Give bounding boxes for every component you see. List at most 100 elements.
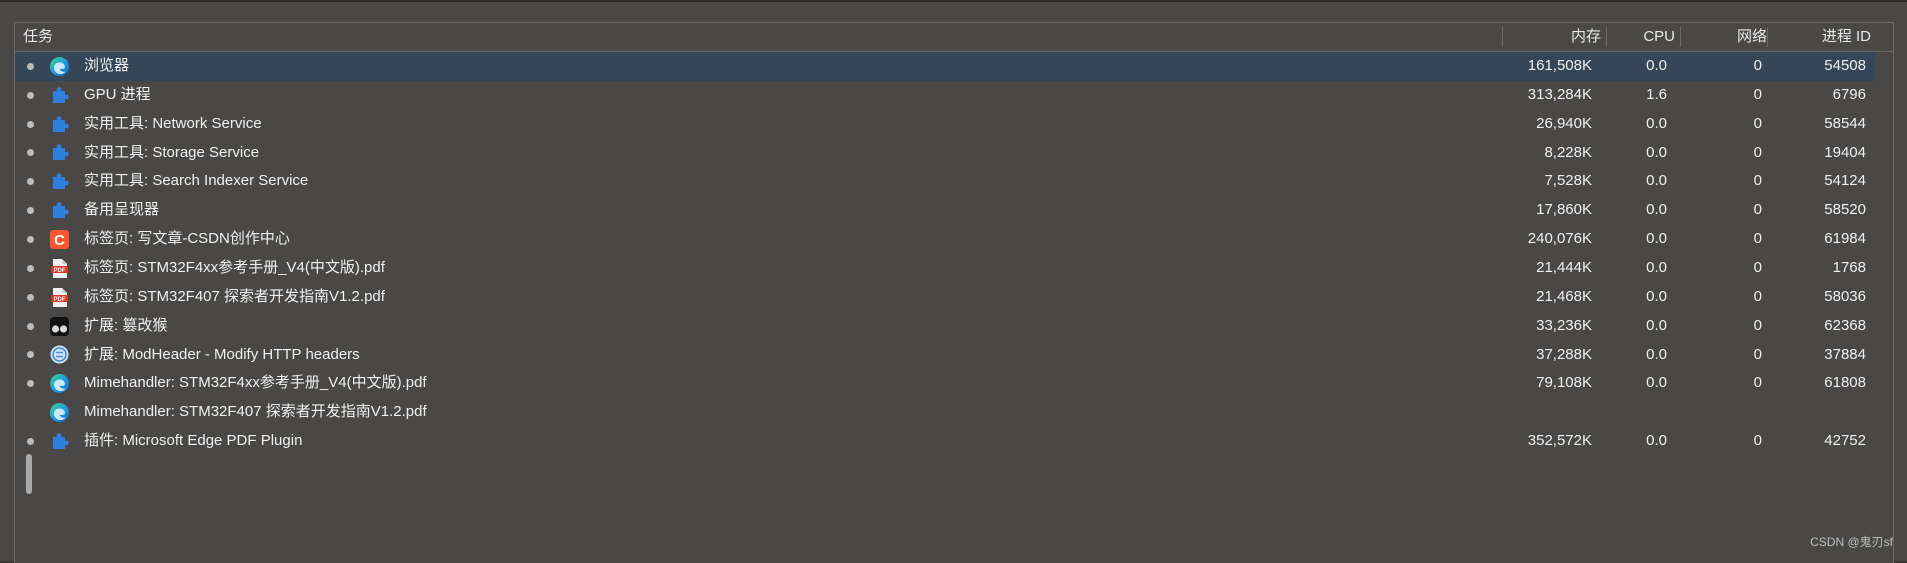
cpu-cell: 0.0 — [1646, 114, 1667, 132]
row-status-dot — [27, 437, 34, 445]
row-status-dot — [27, 62, 34, 70]
pdf-icon: PDF — [49, 287, 70, 308]
row-status-dot — [27, 293, 34, 301]
table-row[interactable]: 备用呈现器 17,860K 0.0 0 58520 — [15, 196, 1875, 225]
pid-cell: 58036 — [1824, 287, 1866, 305]
task-name: 浏览器 — [84, 57, 130, 74]
table-row[interactable]: 浏览器 161,508K 0.0 0 54508 — [15, 52, 1875, 81]
tampermonkey-icon — [49, 316, 70, 337]
table-row[interactable]: C 标签页: 写文章-CSDN创作中心 240,076K 0.0 0 61984 — [15, 225, 1875, 254]
scrollbar-thumb[interactable] — [26, 454, 32, 494]
network-cell: 0 — [1753, 374, 1762, 392]
task-name: 实用工具: Network Service — [84, 114, 262, 132]
memory-cell: 161,508K — [1527, 57, 1592, 74]
task-name: 插件: Microsoft Edge PDF Plugin — [84, 432, 303, 450]
column-header-cpu[interactable]: CPU — [1601, 23, 1675, 51]
memory-cell: 240,076K — [1527, 230, 1592, 248]
puzzle-icon — [49, 85, 70, 106]
network-cell: 0 — [1753, 316, 1762, 334]
cpu-cell: 0.0 — [1646, 374, 1667, 392]
table-row[interactable]: 扩展: 篡改猴 33,236K 0.0 0 62368 — [15, 312, 1875, 341]
row-status-dot — [27, 236, 34, 244]
task-name: Mimehandler: STM32F407 探索者开发指南V1.2.pdf — [84, 403, 427, 421]
puzzle-icon — [49, 431, 70, 452]
column-header-memory[interactable]: 内存 — [1496, 23, 1601, 51]
watermark: CSDN @鬼刃sf — [1810, 535, 1893, 549]
pid-cell: 1768 — [1832, 258, 1866, 276]
cpu-cell: 0.0 — [1646, 57, 1667, 74]
task-name: 实用工具: Search Indexer Service — [84, 172, 309, 190]
table-row[interactable]: GPU 进程 313,284K 1.6 0 6796 — [15, 81, 1875, 110]
task-name: 扩展: ModHeader - Modify HTTP headers — [84, 345, 360, 363]
table-row[interactable]: 实用工具: Network Service 26,940K 0.0 0 58544 — [15, 110, 1875, 139]
memory-cell: 352,572K — [1527, 432, 1592, 450]
edge-icon — [49, 56, 70, 77]
task-name: 标签页: STM32F4xx参考手册_V4(中文版).pdf — [84, 258, 385, 276]
table-row[interactable]: 实用工具: Search Indexer Service 7,528K 0.0 0 54… — [15, 167, 1875, 196]
memory-cell: 26,940K — [1536, 114, 1592, 132]
table-row[interactable]: 插件: Microsoft Edge PDF Plugin 352,572K 0.0… — [15, 427, 1875, 456]
table-row[interactable]: Mimehandler: STM32F407 探索者开发指南V1.2.pdf — [15, 398, 1875, 427]
cpu-cell: 0.0 — [1646, 172, 1667, 190]
puzzle-icon — [49, 142, 70, 163]
network-cell: 0 — [1753, 85, 1762, 103]
table-row[interactable]: 扩展: ModHeader - Modify HTTP headers 37,28… — [15, 341, 1875, 370]
network-cell: 0 — [1753, 201, 1762, 219]
row-status-dot — [27, 178, 34, 186]
network-cell: 0 — [1753, 432, 1762, 450]
table-row[interactable]: PDF 标签页: STM32F4xx参考手册_V4(中文版).pdf 21,444K… — [15, 254, 1875, 283]
cpu-cell: 0.0 — [1646, 201, 1667, 219]
row-status-dot — [27, 120, 34, 128]
pid-cell: 61984 — [1824, 230, 1866, 248]
table-row[interactable]: Mimehandler: STM32F4xx参考手册_V4(中文版).pdf 79… — [15, 369, 1875, 398]
cpu-cell: 1.6 — [1646, 85, 1667, 103]
pid-cell: 19404 — [1824, 143, 1866, 161]
memory-cell: 79,108K — [1536, 374, 1592, 392]
column-header-network[interactable]: 网络 — [1682, 23, 1767, 51]
row-status-dot — [27, 322, 34, 330]
puzzle-icon — [49, 200, 70, 221]
pid-cell: 42752 — [1824, 432, 1866, 450]
process-table: 任务 内存 CPU 网络 进程 ID 浏览器 161,508K 0.0 0 54508 G… — [14, 22, 1894, 563]
puzzle-icon — [49, 171, 70, 192]
cpu-cell: 0.0 — [1646, 432, 1667, 450]
row-status-dot — [27, 91, 34, 99]
column-header-pid[interactable]: 进程 ID — [1770, 23, 1871, 51]
pid-cell — [1770, 398, 1866, 427]
row-status-dot — [27, 380, 34, 388]
pid-cell: 54508 — [1824, 57, 1866, 74]
task-name: Mimehandler: STM32F4xx参考手册_V4(中文版).pdf — [84, 374, 427, 392]
modheader-icon — [49, 344, 70, 365]
edge-icon — [49, 373, 70, 394]
memory-cell: 8,228K — [1544, 143, 1592, 161]
network-cell — [1682, 398, 1762, 427]
row-status-dot — [27, 264, 34, 272]
edge-icon — [49, 402, 70, 423]
network-cell: 0 — [1753, 287, 1762, 305]
pid-cell: 58544 — [1824, 114, 1866, 132]
pid-cell: 6796 — [1832, 85, 1866, 103]
cpu-cell: 0.0 — [1646, 287, 1667, 305]
memory-cell: 33,236K — [1536, 316, 1592, 334]
cpu-cell — [1601, 398, 1667, 427]
table-row[interactable]: 实用工具: Storage Service 8,228K 0.0 0 19404 — [15, 139, 1875, 168]
network-cell: 0 — [1753, 57, 1762, 74]
column-divider[interactable] — [1680, 27, 1681, 47]
column-header-task[interactable]: 任务 — [23, 23, 323, 51]
memory-cell: 37,288K — [1536, 345, 1592, 363]
csdn-icon: C — [49, 229, 70, 250]
network-cell: 0 — [1753, 258, 1762, 276]
network-cell: 0 — [1753, 345, 1762, 363]
pid-cell: 62368 — [1824, 316, 1866, 334]
table-row[interactable]: PDF 标签页: STM32F407 探索者开发指南V1.2.pdf 21,468K… — [15, 283, 1875, 312]
cpu-cell: 0.0 — [1646, 316, 1667, 334]
puzzle-icon — [49, 114, 70, 135]
column-divider[interactable] — [1767, 27, 1768, 47]
network-cell: 0 — [1753, 143, 1762, 161]
cpu-cell: 0.0 — [1646, 230, 1667, 248]
pid-cell: 58520 — [1824, 201, 1866, 219]
task-name: 实用工具: Storage Service — [84, 143, 260, 161]
memory-cell — [1496, 398, 1592, 427]
task-name: 扩展: 篡改猴 — [84, 316, 168, 334]
network-cell: 0 — [1753, 230, 1762, 248]
